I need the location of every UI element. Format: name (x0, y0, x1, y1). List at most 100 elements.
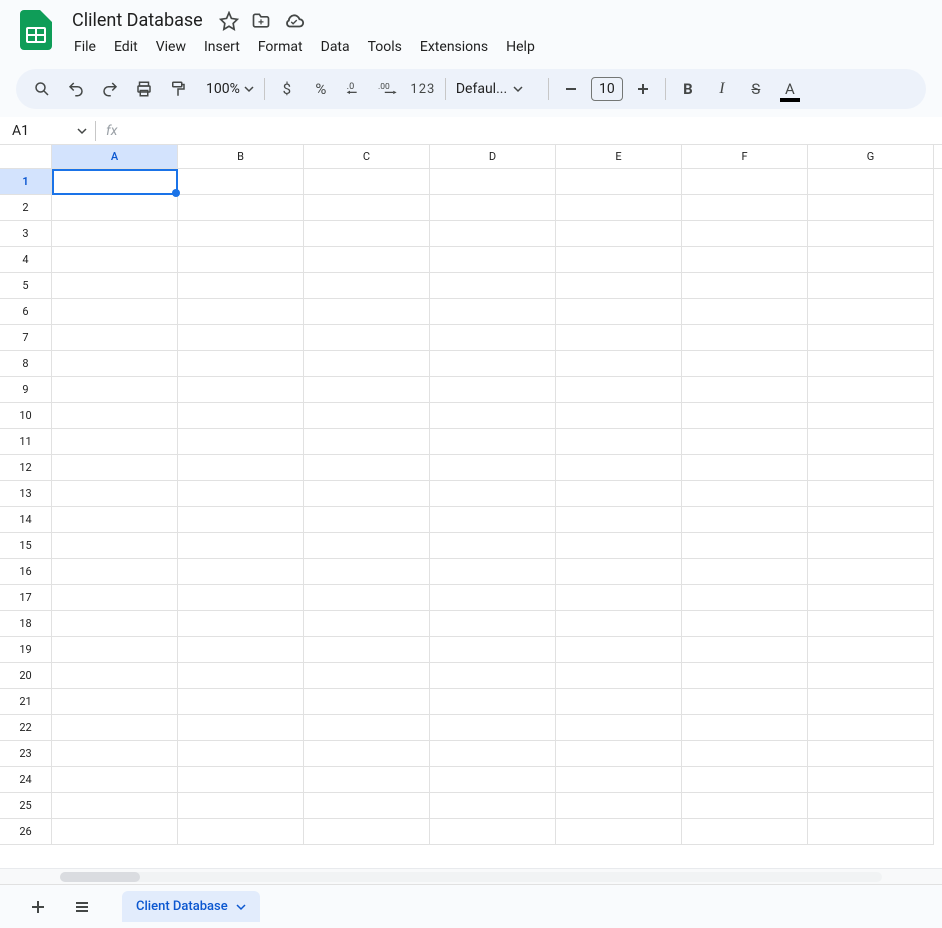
cell[interactable] (556, 663, 682, 689)
row-header[interactable]: 8 (0, 351, 52, 377)
menu-view[interactable]: View (148, 35, 194, 59)
cell[interactable] (52, 611, 178, 637)
cell[interactable] (430, 455, 556, 481)
cell[interactable] (556, 559, 682, 585)
cell[interactable] (682, 481, 808, 507)
cell[interactable] (430, 325, 556, 351)
cell[interactable] (304, 559, 430, 585)
column-header[interactable]: C (304, 145, 430, 168)
cell[interactable] (52, 689, 178, 715)
cell[interactable] (52, 533, 178, 559)
cell[interactable] (304, 741, 430, 767)
cell[interactable] (556, 715, 682, 741)
cell[interactable] (178, 585, 304, 611)
cell[interactable] (178, 169, 304, 195)
currency-button[interactable]: $ (271, 74, 303, 104)
row-header[interactable]: 22 (0, 715, 52, 741)
search-icon[interactable] (26, 74, 58, 104)
cell[interactable] (52, 377, 178, 403)
row-header[interactable]: 19 (0, 637, 52, 663)
cell[interactable] (556, 429, 682, 455)
cell[interactable] (556, 819, 682, 845)
cell[interactable] (682, 507, 808, 533)
cell[interactable] (556, 767, 682, 793)
cell[interactable] (304, 351, 430, 377)
cell[interactable] (178, 403, 304, 429)
row-header[interactable]: 18 (0, 611, 52, 637)
row-header[interactable]: 26 (0, 819, 52, 845)
cell[interactable] (808, 533, 934, 559)
menu-extensions[interactable]: Extensions (412, 35, 496, 59)
cell[interactable] (556, 611, 682, 637)
menu-tools[interactable]: Tools (360, 35, 410, 59)
cell[interactable] (304, 481, 430, 507)
sheet-tab-active[interactable]: Client Database (122, 891, 260, 922)
cell[interactable] (52, 741, 178, 767)
cell[interactable] (682, 793, 808, 819)
decrease-decimal-icon[interactable]: .0 (339, 74, 371, 104)
bold-button[interactable]: B (672, 74, 704, 104)
cell[interactable] (430, 507, 556, 533)
cell[interactable] (556, 273, 682, 299)
cell[interactable] (808, 351, 934, 377)
cell[interactable] (430, 221, 556, 247)
cell[interactable] (304, 715, 430, 741)
cell[interactable] (304, 299, 430, 325)
cell[interactable] (682, 195, 808, 221)
cell[interactable] (52, 247, 178, 273)
column-header[interactable]: E (556, 145, 682, 168)
cell[interactable] (682, 273, 808, 299)
cell[interactable] (178, 689, 304, 715)
horizontal-scrollbar[interactable] (0, 868, 942, 884)
row-header[interactable]: 3 (0, 221, 52, 247)
cell[interactable] (178, 195, 304, 221)
cell[interactable] (430, 403, 556, 429)
cell[interactable] (430, 481, 556, 507)
cell[interactable] (52, 455, 178, 481)
cell[interactable] (178, 221, 304, 247)
cell[interactable] (430, 793, 556, 819)
print-icon[interactable] (128, 74, 160, 104)
cell[interactable] (304, 637, 430, 663)
cell[interactable] (682, 377, 808, 403)
cell[interactable] (178, 299, 304, 325)
cell[interactable] (682, 455, 808, 481)
cell[interactable] (52, 767, 178, 793)
cell[interactable] (178, 481, 304, 507)
row-header[interactable]: 24 (0, 767, 52, 793)
cell[interactable] (52, 793, 178, 819)
cell[interactable] (178, 247, 304, 273)
cell[interactable] (52, 169, 178, 195)
cell[interactable] (808, 325, 934, 351)
cell[interactable] (556, 247, 682, 273)
formula-input[interactable] (127, 117, 942, 144)
cell[interactable] (178, 767, 304, 793)
cell[interactable] (556, 741, 682, 767)
cell[interactable] (430, 741, 556, 767)
cell[interactable] (808, 663, 934, 689)
cell[interactable] (430, 351, 556, 377)
cell[interactable] (304, 429, 430, 455)
cell[interactable] (556, 299, 682, 325)
cell[interactable] (808, 793, 934, 819)
cell[interactable] (304, 221, 430, 247)
cell[interactable] (304, 689, 430, 715)
cell[interactable] (808, 429, 934, 455)
cell[interactable] (304, 195, 430, 221)
cell[interactable] (304, 533, 430, 559)
cell[interactable] (430, 169, 556, 195)
text-color-button[interactable]: A (774, 74, 806, 104)
cell[interactable] (682, 403, 808, 429)
cell[interactable] (808, 767, 934, 793)
undo-icon[interactable] (60, 74, 92, 104)
menu-insert[interactable]: Insert (196, 35, 248, 59)
cell[interactable] (178, 663, 304, 689)
row-header[interactable]: 21 (0, 689, 52, 715)
cell[interactable] (682, 689, 808, 715)
cell[interactable] (808, 455, 934, 481)
row-header[interactable]: 5 (0, 273, 52, 299)
cell[interactable] (430, 195, 556, 221)
cell[interactable] (304, 585, 430, 611)
cell[interactable] (430, 767, 556, 793)
menu-format[interactable]: Format (250, 35, 311, 59)
